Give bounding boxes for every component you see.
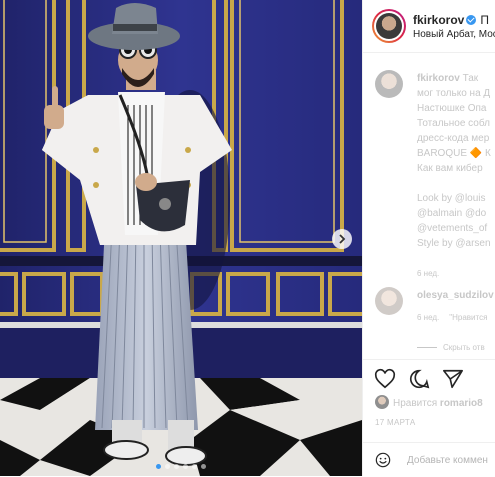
send-icon[interactable] [442, 368, 464, 390]
carousel-dot [192, 464, 197, 469]
reply-username[interactable]: olesya_sudzilov [417, 290, 494, 301]
comment-input[interactable] [407, 451, 495, 469]
reply-time[interactable]: 6 нед. [417, 313, 439, 322]
emoji-icon[interactable] [375, 452, 391, 468]
carousel-dot [174, 464, 179, 469]
carousel-indicator [0, 464, 362, 469]
caption-avatar[interactable] [375, 70, 403, 98]
post-actions [363, 359, 495, 394]
caption-line: Так [462, 73, 479, 84]
caption-username[interactable]: fkirkorov [417, 73, 460, 84]
credit-line[interactable]: @vetements_of [417, 221, 495, 236]
follow-button[interactable]: П [480, 13, 489, 27]
caption-line: Как вам кибер [417, 163, 483, 174]
carousel-dot [165, 464, 170, 469]
carousel-dot [156, 464, 161, 469]
post-header: fkirkorov П Новый Арбат, Мос [363, 0, 495, 53]
carousel-dot [183, 464, 188, 469]
credit-line[interactable]: @balmain @do [417, 206, 495, 221]
add-comment-bar [363, 442, 495, 477]
reply-avatar[interactable] [375, 287, 403, 315]
caption-time[interactable]: 6 нед. [417, 266, 495, 281]
author-avatar[interactable] [372, 9, 406, 43]
post-caption: fkirkorov Так мог только на Д Настюшке О… [417, 71, 495, 281]
verified-badge-icon [466, 15, 477, 25]
caption-line: мог только на Д [417, 88, 491, 99]
post-location[interactable]: Новый Арбат, Мос [413, 29, 495, 40]
caption-line: дресс-кода мер [417, 133, 490, 144]
post-date[interactable]: 17 МАРТА [375, 418, 415, 427]
credit-line[interactable]: Style by @arsen [417, 236, 495, 251]
caption-line: Тотальное собл [417, 118, 490, 129]
likes-summary[interactable]: Нравится romario8 [375, 395, 483, 409]
post-image[interactable] [0, 0, 362, 476]
post-photo-illustration [0, 0, 362, 476]
chevron-right-icon [339, 234, 346, 244]
reply-meta: 6 нед. "Нравится [417, 313, 495, 322]
carousel-dot [201, 464, 206, 469]
comment-icon[interactable] [408, 368, 430, 390]
heart-icon[interactable] [374, 368, 396, 390]
hide-replies-button[interactable]: Скрыть отв [417, 343, 485, 352]
author-username[interactable]: fkirkorov П [413, 13, 489, 27]
reply-like-count[interactable]: "Нравится [449, 313, 487, 322]
caption-line: BAROQUE 🔶 К [417, 148, 491, 159]
post-sidebar: fkirkorov П Новый Арбат, Мос fkirkorov Та… [362, 0, 495, 476]
comments-section[interactable]: fkirkorov Так мог только на Д Настюшке О… [363, 53, 495, 359]
caption-line: Настюшке Опа [417, 103, 487, 114]
liker-username[interactable]: romario8 [440, 398, 483, 409]
credit-line[interactable]: Look by @louis [417, 191, 495, 206]
next-slide-button[interactable] [332, 229, 352, 249]
liker-avatar [375, 395, 389, 409]
